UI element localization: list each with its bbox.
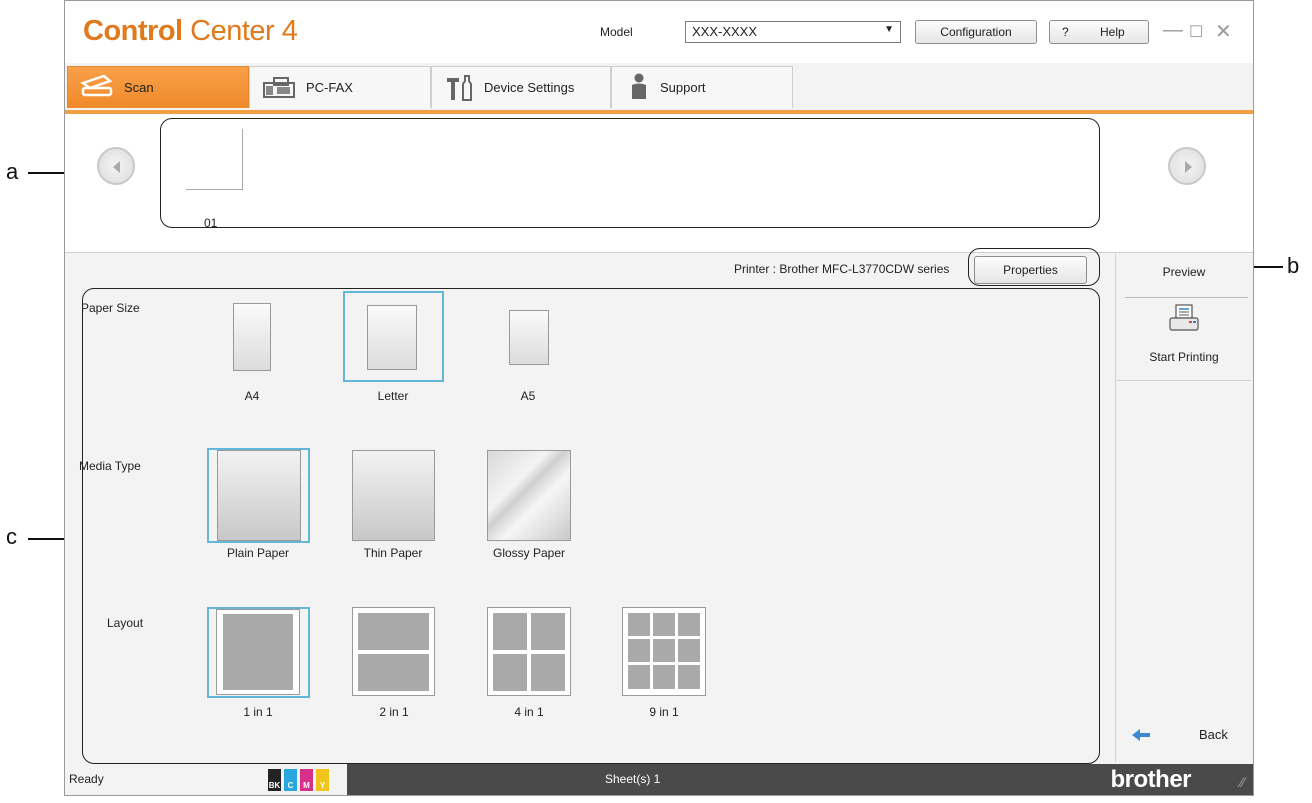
status-bar: Ready BK C M Y Sheet(s) 1 brother ∕∕	[65, 764, 1253, 795]
model-label: Model	[600, 25, 633, 39]
left-arrow-icon	[113, 161, 120, 173]
tab-device-settings[interactable]: Device Settings	[431, 66, 611, 108]
dropdown-arrow-icon: ▼	[884, 24, 894, 35]
minimize-icon[interactable]: —	[1163, 19, 1183, 42]
callout-a-box	[160, 118, 1100, 228]
back-label: Back	[1199, 727, 1228, 742]
ink-bk-icon: BK	[268, 769, 281, 791]
ink-c-icon: C	[284, 769, 297, 791]
start-printing-button[interactable]: Start Printing	[1117, 298, 1251, 381]
question-icon: ?	[1062, 25, 1069, 39]
preview-button[interactable]: Preview	[1117, 265, 1251, 279]
model-select-value: XXX-XXXX	[692, 24, 758, 39]
tab-pc-fax-label: PC-FAX	[306, 80, 353, 95]
fax-icon	[262, 77, 296, 102]
callout-c-full-box	[82, 288, 1100, 764]
maximize-icon[interactable]: ☐	[1189, 22, 1203, 42]
callout-b-box	[968, 248, 1100, 286]
model-select[interactable]: XXX-XXXX ▼	[685, 21, 901, 43]
tab-device-settings-label: Device Settings	[484, 80, 575, 95]
title-bar: Control Center 4 Model XXX-XXXX ▼ Config…	[65, 1, 1253, 63]
annotation-c: c	[6, 524, 17, 549]
resize-grip-icon[interactable]: ∕∕	[1240, 774, 1245, 790]
previous-page-button[interactable]	[97, 147, 135, 185]
annotation-b: b	[1287, 253, 1300, 278]
printer-name: Printer : Brother MFC-L3770CDW series	[734, 262, 950, 276]
next-page-button[interactable]	[1168, 147, 1206, 185]
annotation-a: a	[6, 159, 19, 184]
tab-scan-label: Scan	[124, 80, 154, 95]
right-arrow-icon	[1185, 161, 1192, 173]
tab-scan[interactable]: Scan	[67, 66, 249, 108]
brand-logo: brother	[1110, 766, 1192, 793]
tools-icon	[446, 75, 474, 104]
start-printing-label: Start Printing	[1149, 350, 1219, 364]
status-left-panel: Ready BK C M Y	[65, 764, 347, 795]
app-logo: Control Center 4	[83, 15, 298, 47]
status-sheets: Sheet(s) 1	[605, 772, 661, 786]
scanner-icon	[80, 73, 114, 102]
configuration-button[interactable]: Configuration	[915, 20, 1037, 44]
person-icon	[630, 73, 648, 104]
tab-bar: Scan PC-FAX Device Settings Support	[65, 66, 1253, 114]
ink-m-icon: M	[300, 769, 313, 791]
help-button[interactable]: ? Help	[1049, 20, 1149, 44]
tab-pc-fax[interactable]: PC-FAX	[249, 66, 431, 108]
back-button[interactable]: Back	[1117, 713, 1251, 757]
tab-support[interactable]: Support	[611, 66, 793, 108]
close-icon[interactable]: ✕	[1215, 19, 1232, 44]
status-ready: Ready	[69, 772, 104, 786]
back-arrow-icon	[1132, 729, 1150, 741]
tab-support-label: Support	[660, 80, 706, 95]
printer-icon	[1169, 304, 1199, 331]
ink-y-icon: Y	[316, 769, 329, 791]
help-label: Help	[1100, 25, 1125, 39]
